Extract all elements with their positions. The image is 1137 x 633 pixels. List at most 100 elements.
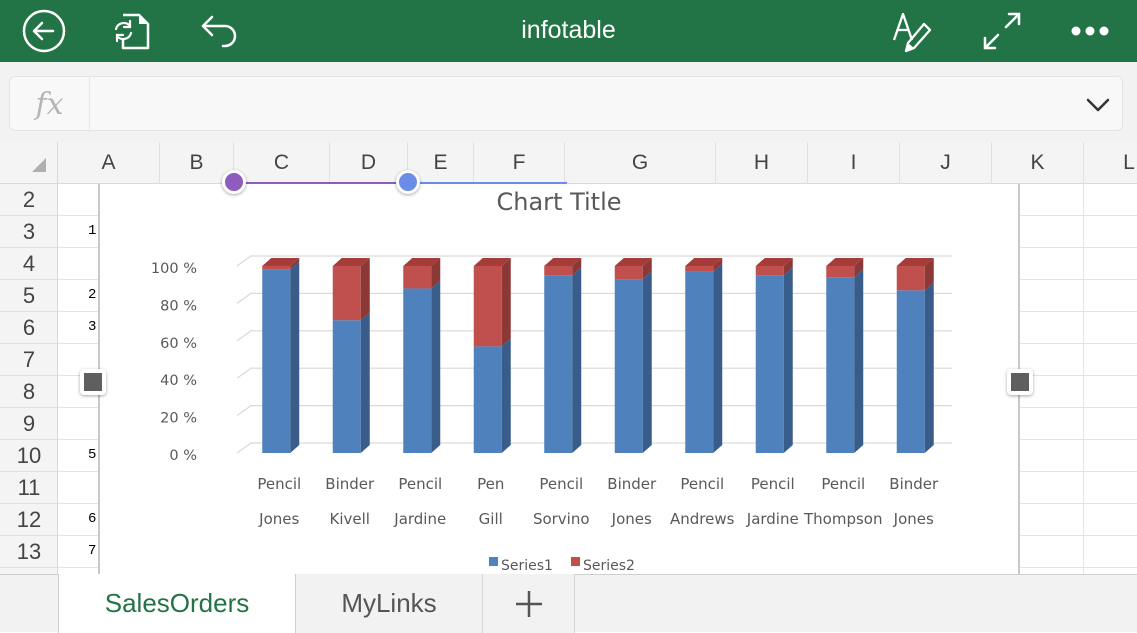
chart-object[interactable]: Chart Title 0 % 20 % 40 % 60 % 80 % 100 % Penc…: [98, 184, 1020, 574]
column-header-g[interactable]: G: [565, 142, 716, 184]
bar-series1-side: [783, 267, 793, 453]
x-tick-label-line1: Pencil: [821, 475, 865, 493]
column-header-i[interactable]: I: [808, 142, 900, 184]
x-tick-label-line2: Jardine: [746, 510, 799, 528]
undo-button[interactable]: [197, 8, 243, 54]
selection-end-handle[interactable]: [396, 170, 420, 194]
x-tick-label-line2: Andrews: [670, 510, 735, 528]
file-sync-icon: [114, 13, 150, 50]
row-header-5[interactable]: 5: [0, 280, 57, 312]
column-header: ABCDEFGHIJKL: [0, 142, 1137, 184]
top-toolbar: infotable: [0, 0, 1137, 62]
more-button[interactable]: [1067, 8, 1113, 54]
sheet-tab-salesorders[interactable]: SalesOrders: [58, 574, 296, 633]
cell-a5[interactable]: 2: [88, 287, 98, 303]
sheet-tab-mylinks[interactable]: MyLinks: [296, 574, 483, 633]
chevron-down-icon[interactable]: [1084, 91, 1112, 119]
gridline-diagonal: [236, 292, 252, 304]
chart-resize-handle-left[interactable]: [80, 369, 106, 395]
formula-bar-area: fx: [0, 62, 1137, 142]
x-tick-label-line1: Pencil: [680, 475, 724, 493]
gridline-diagonal: [236, 367, 252, 379]
bar-series2-front: [473, 266, 502, 347]
cell-a10[interactable]: 5: [88, 447, 98, 463]
column-header-j[interactable]: J: [900, 142, 992, 184]
row-header-9[interactable]: 9: [0, 408, 57, 440]
column-header-f[interactable]: F: [474, 142, 565, 184]
x-tick-label-line2: Thompson: [803, 510, 882, 528]
cell-a12[interactable]: 6: [88, 511, 98, 527]
fx-label: fx: [10, 77, 90, 132]
bar-series2-front: [755, 266, 784, 276]
bar-series2-front: [685, 266, 714, 272]
back-button[interactable]: [21, 8, 67, 54]
bar-series1-front: [473, 346, 502, 453]
bar-series1-front: [262, 269, 291, 453]
row-header-10[interactable]: 10: [0, 440, 57, 472]
row-header-7[interactable]: 7: [0, 344, 57, 376]
gridline-diagonal: [236, 255, 252, 267]
bar-series1-side: [854, 269, 864, 453]
x-tick-label-line1: Pencil: [257, 475, 301, 493]
sheet-tab-label: SalesOrders: [104, 588, 250, 618]
cell-a6[interactable]: 3: [88, 319, 98, 335]
x-tick-label-line1: Pen: [477, 475, 504, 493]
y-tick-label: 40 %: [160, 373, 197, 389]
selection-start-handle[interactable]: [222, 170, 246, 194]
row-header-11[interactable]: 11: [0, 472, 57, 504]
bar-series2-front: [332, 266, 361, 321]
bar-series1-side: [360, 312, 370, 453]
gridline-diagonal: [236, 330, 252, 342]
row-header-13[interactable]: 13: [0, 536, 57, 568]
x-tick-label-line2: Gill: [479, 510, 503, 528]
row-header-3[interactable]: 3: [0, 216, 57, 248]
x-tick-label-line2: Jones: [258, 510, 299, 528]
column-header-l[interactable]: L: [1084, 142, 1137, 184]
bar-series2-front: [544, 266, 573, 276]
column-header-a[interactable]: A: [58, 142, 160, 184]
x-tick-label-line2: Jones: [893, 510, 934, 528]
bar-series2-side: [360, 258, 370, 321]
chart-resize-handle-right[interactable]: [1007, 369, 1033, 395]
y-tick-label: 20 %: [160, 411, 197, 427]
row-header-8[interactable]: 8: [0, 376, 57, 408]
bar-series1-front: [332, 320, 361, 453]
column-header-c[interactable]: C: [234, 142, 330, 184]
bar-series1-side: [572, 267, 582, 453]
fullscreen-button[interactable]: [979, 8, 1025, 54]
chart-plot: 0 % 20 % 40 % 60 % 80 % 100 % Pencil Jones Binde…: [151, 255, 952, 574]
sheet-tab-label: MyLinks: [341, 588, 437, 618]
column-header-h[interactable]: H: [716, 142, 808, 184]
select-all-corner[interactable]: [0, 142, 58, 184]
undo-icon: [201, 15, 237, 48]
bar-series2-side: [501, 258, 511, 347]
x-tick-label-line2: Jones: [611, 510, 652, 528]
x-tick-label-line1: Pencil: [751, 475, 795, 493]
cell-a13[interactable]: 7: [88, 543, 98, 559]
y-tick-label: 80 %: [160, 298, 197, 314]
format-button[interactable]: [890, 8, 936, 54]
bar-series1-side: [431, 280, 441, 453]
file-sync-button[interactable]: [108, 8, 154, 54]
gridline-diagonal: [236, 442, 252, 454]
x-tick-label-line1: Pencil: [398, 475, 442, 493]
bar-series1-front: [403, 288, 432, 453]
column-header-k[interactable]: K: [992, 142, 1084, 184]
x-tick-label-line2: Sorvino: [533, 510, 590, 528]
row-header-6[interactable]: 6: [0, 312, 57, 344]
row-header-4[interactable]: 4: [0, 248, 57, 280]
bar-series2-front: [614, 266, 643, 280]
bar-series2-front: [896, 266, 925, 291]
bar-series1-front: [544, 275, 573, 453]
select-all-triangle-icon: [32, 158, 46, 172]
formula-input[interactable]: [92, 77, 1072, 132]
bar-series1-front: [826, 277, 855, 453]
cell-a3[interactable]: 1: [88, 223, 98, 239]
bar-series1-side: [924, 282, 934, 453]
row-header-2[interactable]: 2: [0, 184, 57, 216]
bar-series1-front: [896, 290, 925, 453]
add-sheet-button[interactable]: [483, 574, 575, 633]
more-dots-icon: [1071, 26, 1109, 36]
row-header-12[interactable]: 12: [0, 504, 57, 536]
formula-bar: fx: [9, 76, 1123, 132]
